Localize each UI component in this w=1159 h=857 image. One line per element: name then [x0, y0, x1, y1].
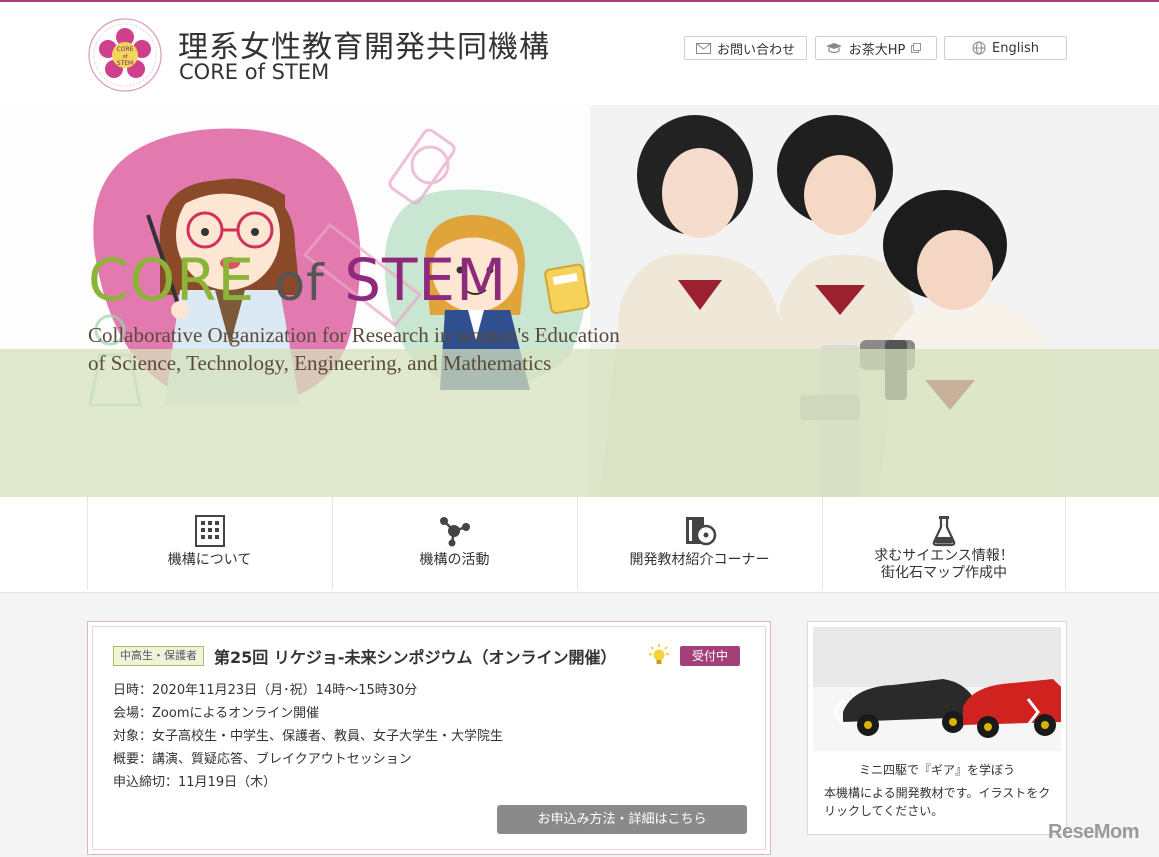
svg-text:STEM: STEM [117, 60, 133, 67]
nav-label-materials: 開発教材紹介コーナー [629, 552, 770, 568]
nav-item-materials[interactable]: 開発教材紹介コーナー [577, 497, 821, 590]
nav-item-science-info[interactable]: 求むサイエンス情報！ 街化石マップ作成中 [822, 497, 1066, 590]
mini4wd-cars-illustration [813, 627, 1061, 751]
mail-icon [695, 42, 711, 54]
contact-button-label: お問い合わせ [716, 42, 795, 58]
carousel-next-icon[interactable] [1026, 697, 1040, 727]
event-deadline: 申込締切：11月19日（木） [113, 775, 277, 790]
core-of-stem-logo[interactable]: CORE of STEM [87, 17, 163, 93]
english-button[interactable]: English [944, 36, 1067, 60]
side-description: 本機構による開発教材です。イラストをクリックしてください。 [824, 786, 1051, 818]
graduation-cap-icon [825, 43, 842, 54]
nav-label-about: 機構について [167, 552, 252, 568]
nav-label-science-line2: 街化石マップ作成中 [881, 565, 1007, 581]
apply-details-button[interactable]: お申込み方法・詳細はこちら [497, 805, 747, 834]
ochadai-hp-button[interactable]: お茶大HP [815, 36, 937, 60]
hero-brand-title: CORE of STEM [88, 246, 507, 314]
molecule-icon [439, 517, 470, 547]
event-datetime: 日時：2020年11月23日（月･祝）14時～15時30分 [113, 683, 418, 698]
audience-tag: 中高生・保護者 [113, 646, 204, 666]
brand-stem: STEM [344, 246, 508, 314]
event-title[interactable]: 第25回 リケジョ-未来シンポジウム（オンライン開催） [214, 644, 616, 668]
main-nav: 機構について 機構の活動 開発教材紹介コーナー 求むサイエンス情報！ 街化石マッ… [0, 497, 1159, 593]
english-button-label: English [992, 40, 1039, 56]
mini4wd-image[interactable] [813, 627, 1061, 751]
flask-icon [932, 516, 956, 547]
status-badge: 受付中 [680, 646, 740, 666]
brand-core: CORE [88, 246, 256, 314]
carousel-prev-icon[interactable] [832, 697, 846, 727]
nav-label-science-line1: 求むサイエンス情報！ [874, 548, 1014, 564]
nav-item-about[interactable]: 機構について [87, 497, 331, 590]
building-icon [194, 515, 225, 547]
brand-of: of [274, 254, 325, 312]
tagline-line2: of Science, Technology, Engineering, and… [88, 351, 552, 375]
book-disc-icon [685, 517, 716, 546]
nav-label-science-info: 求むサイエンス情報！ 街化石マップ作成中 [823, 548, 1065, 582]
globe-icon [972, 41, 986, 55]
event-audience: 対象：女子高校生・中学生、保護者、教員、女子大学生・大学院生 [113, 729, 504, 744]
tagline-line1: Collaborative Organization for Research … [88, 323, 620, 347]
event-venue: 会場：Zoomによるオンライン開催 [113, 706, 320, 721]
resemom-watermark: ReseMom [1048, 821, 1139, 843]
hero-tagline: Collaborative Organization for Research … [88, 321, 620, 377]
side-caption: ミニ四駆で『ギア』を学ぼう [858, 763, 1015, 777]
top-accent-line [0, 0, 1159, 2]
external-link-icon [911, 43, 922, 53]
site-subtitle: CORE of STEM [179, 60, 330, 84]
ochadai-hp-label: お茶大HP [848, 42, 906, 58]
nav-item-activities[interactable]: 機構の活動 [332, 497, 576, 590]
event-summary: 概要：講演、質疑応答、ブレイクアウトセッション [113, 752, 412, 767]
lightbulb-icon [649, 644, 669, 664]
svg-text:CORE: CORE [117, 46, 134, 53]
nav-label-activities: 機構の活動 [419, 552, 490, 568]
contact-button[interactable]: お問い合わせ [684, 36, 807, 60]
